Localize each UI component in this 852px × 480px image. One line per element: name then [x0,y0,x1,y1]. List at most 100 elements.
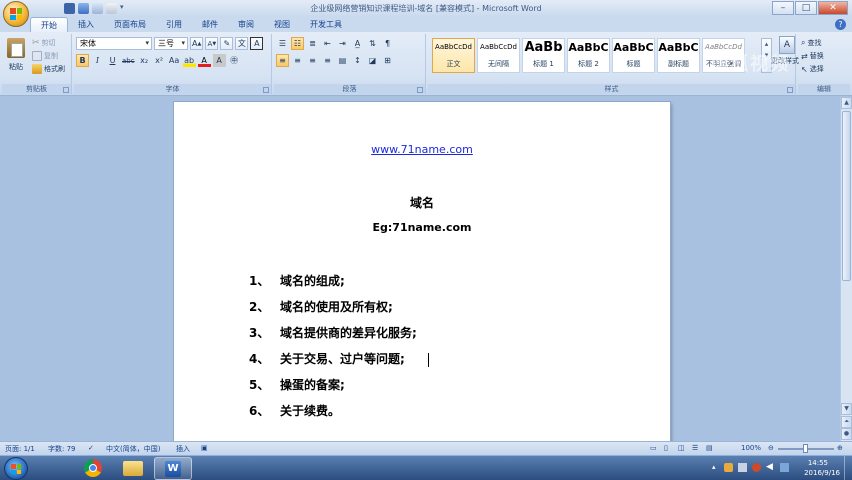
clear-format-icon[interactable]: ✎ [220,37,234,50]
enclose-char-icon[interactable]: ㊥ [228,54,241,67]
style-subtitle[interactable]: AaBbC 副标题 [657,38,700,73]
decrease-indent-icon[interactable]: ⇤ [321,37,334,50]
tab-insert[interactable]: 插入 [68,17,104,32]
font-size-combo[interactable]: 三号 [154,37,188,50]
grow-font-button[interactable]: A ▲ [190,37,204,50]
draft-view-icon[interactable]: ▤ [706,444,713,452]
tray-arrow-icon[interactable]: ▴ [712,463,716,471]
change-case-button[interactable]: Aa [168,54,181,67]
zoom-out-icon[interactable]: ⊖ [768,444,774,452]
align-center-icon[interactable]: ≡ [291,54,304,67]
sort-icon[interactable]: ⇅ [366,37,379,50]
minimize-button[interactable]: – [772,1,794,15]
bold-button[interactable]: B [76,54,89,67]
paragraph-launcher-icon[interactable] [417,87,423,93]
select-browse-object-icon[interactable]: ● [841,428,852,440]
tray-volume-icon[interactable]: ◀ [766,462,773,472]
proofing-icon[interactable]: ✓ [88,444,94,452]
bullets-icon[interactable]: ☰ [276,37,289,50]
show-marks-icon[interactable]: ¶ [381,37,394,50]
find-button[interactable]: ⌕ 查找 [801,38,821,48]
justify-icon[interactable]: ≡ [321,54,334,67]
font-color-button[interactable]: A [197,54,211,67]
tray-app-icon[interactable] [724,463,733,472]
hyperlink[interactable]: www.71name.com [174,143,670,156]
close-button[interactable]: ✕ [818,1,848,15]
subscript-button[interactable]: x₂ [138,54,151,67]
tray-security-icon[interactable] [752,463,761,472]
copy-button[interactable]: 复制 [32,51,58,61]
web-layout-icon[interactable]: ◫ [678,444,685,452]
tab-view[interactable]: 视图 [264,17,300,32]
tab-home[interactable]: 开始 [30,17,68,32]
zoom-in-icon[interactable]: ⊕ [837,444,843,452]
zoom-level[interactable]: 100% [741,444,761,452]
tab-mailings[interactable]: 邮件 [192,17,228,32]
tab-references[interactable]: 引用 [156,17,192,32]
style-title[interactable]: AaBbC 标题 [612,38,655,73]
shading-icon[interactable]: ◪ [366,54,379,67]
document-area[interactable]: www.71name.com 域名 Eg:71name.com 1、 域名的组成;… [0,97,840,441]
office-button[interactable] [3,1,29,27]
italic-button[interactable]: I [91,54,104,67]
cut-button[interactable]: ✂ 剪切 [32,38,56,48]
increase-indent-icon[interactable]: ⇥ [336,37,349,50]
clock-date[interactable]: 2016/9/16 [804,469,840,477]
vertical-scrollbar[interactable]: ▲ ▼ ⏶ ● [840,97,852,441]
insert-mode[interactable]: 插入 [176,444,190,454]
replace-button[interactable]: ⇄ 替换 [801,51,824,61]
line-spacing-icon[interactable]: ↕ [351,54,364,67]
style-no-spacing[interactable]: AaBbCcDd 无间隔 [477,38,520,73]
tab-developer[interactable]: 开发工具 [300,17,352,32]
outline-view-icon[interactable]: ☰ [692,444,698,452]
scroll-thumb[interactable] [842,111,851,281]
align-right-icon[interactable]: ≡ [306,54,319,67]
zoom-slider-thumb[interactable] [803,444,808,453]
style-heading-1[interactable]: AaBb 标题 1 [522,38,565,73]
full-screen-reading-icon[interactable]: ▯ [664,444,668,452]
tab-review[interactable]: 审阅 [228,17,264,32]
language-indicator[interactable]: 中文(简体，中国) [106,444,160,454]
borders-icon[interactable]: ⊞ [381,54,394,67]
phonetic-guide-icon[interactable]: 文 [235,37,249,50]
help-icon[interactable]: ? [835,19,846,30]
document-page[interactable]: www.71name.com 域名 Eg:71name.com 1、 域名的组成;… [174,102,670,441]
clock-time[interactable]: 14:55 [808,459,828,467]
taskbar-explorer[interactable] [114,457,152,480]
align-left-icon[interactable]: ≡ [276,54,289,67]
show-desktop-button[interactable] [844,456,852,480]
page-count[interactable]: 页面: 1/1 [5,444,35,454]
tray-network-icon[interactable] [738,463,747,472]
chinese-layout-icon[interactable]: A̲ [351,37,364,50]
macro-record-icon[interactable]: ▣ [201,444,208,452]
style-normal[interactable]: AaBbCcDd 正文 [432,38,475,73]
char-border-icon[interactable]: A [250,37,264,50]
tab-page-layout[interactable]: 页面布局 [104,17,156,32]
multilevel-list-icon[interactable]: ≣ [306,37,319,50]
numbering-icon[interactable]: ☷ [291,37,304,50]
underline-button[interactable]: U [106,54,119,67]
strikethrough-button[interactable]: abc [121,54,136,67]
style-heading-2[interactable]: AaBbC 标题 2 [567,38,610,73]
taskbar-chrome[interactable] [74,457,112,480]
paste-button[interactable]: 粘贴 [4,36,28,80]
char-shading-button[interactable]: A [212,54,226,67]
distributed-icon[interactable]: ▤ [336,54,349,67]
prev-page-icon[interactable]: ⏶ [841,416,852,428]
scroll-up-icon[interactable]: ▲ [841,97,852,109]
superscript-button[interactable]: x² [153,54,166,67]
font-name-combo[interactable]: 宋体 [76,37,152,50]
font-launcher-icon[interactable] [263,87,269,93]
highlight-color-icon[interactable]: ab [182,54,196,67]
start-button[interactable] [4,457,28,480]
select-button[interactable]: ↖ 选择 [801,64,824,74]
scroll-down-icon[interactable]: ▼ [841,403,852,415]
maximize-button[interactable]: □ [795,1,817,15]
clipboard-launcher-icon[interactable] [63,87,69,93]
format-painter-button[interactable]: 格式刷 [32,64,65,74]
styles-launcher-icon[interactable] [787,87,793,93]
tray-ime-icon[interactable] [780,463,789,472]
print-layout-icon[interactable]: ▭ [650,444,657,452]
taskbar-word[interactable]: W [154,457,192,480]
shrink-font-button[interactable]: A ▼ [205,37,219,50]
